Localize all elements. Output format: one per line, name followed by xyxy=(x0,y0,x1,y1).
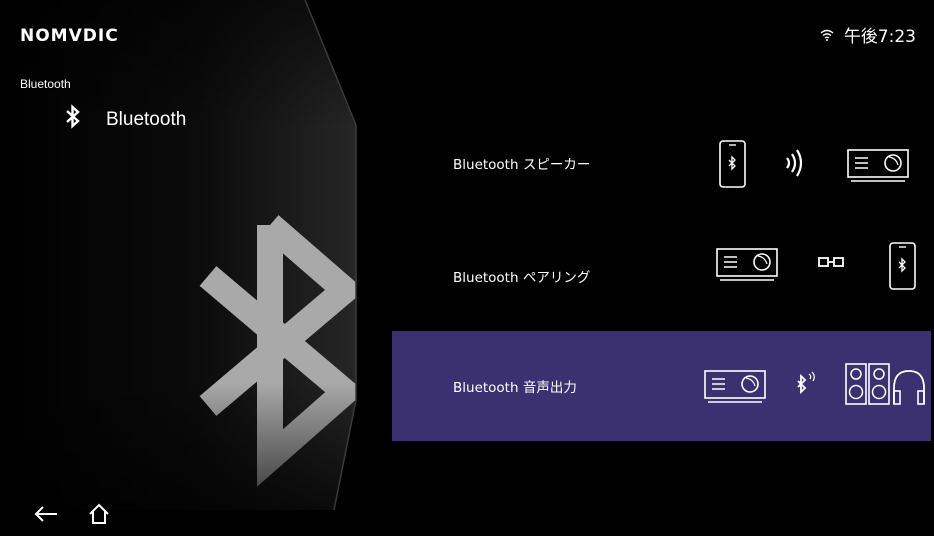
phone-to-projector-diagram xyxy=(719,140,909,188)
section-header: Bluetooth xyxy=(64,104,186,135)
projector-link-phone-diagram xyxy=(716,242,916,290)
wireless-waves-icon xyxy=(786,149,803,177)
menu-item-label: Bluetooth スピーカー xyxy=(453,157,591,173)
home-icon[interactable] xyxy=(87,503,111,530)
bluetooth-signal-icon xyxy=(797,371,815,395)
back-arrow-icon[interactable] xyxy=(33,504,59,529)
menu-item-label: Bluetooth ペアリング xyxy=(453,270,591,286)
bottom-nav xyxy=(33,496,111,536)
menu-item-bluetooth-speaker[interactable]: Bluetooth スピーカー xyxy=(392,108,931,218)
menu-item-bluetooth-pairing[interactable]: Bluetooth ペアリング xyxy=(392,221,931,331)
bluetooth-settings-screen: Bluetooth Bluetooth NOMVDIC 午後7:23 Bluet… xyxy=(0,0,934,536)
status-bar: 午後7:23 xyxy=(820,22,916,47)
breadcrumb: Bluetooth xyxy=(20,77,71,91)
headphones-icon xyxy=(893,370,925,405)
projector-to-speakers-diagram xyxy=(704,363,925,405)
section-title: Bluetooth xyxy=(106,108,187,130)
speaker-icon xyxy=(868,363,890,405)
clock: 午後7:23 xyxy=(843,27,916,47)
phone-icon xyxy=(889,242,916,290)
menu-item-bluetooth-audio-output[interactable]: Bluetooth 音声出力 xyxy=(392,331,931,441)
menu-item-label: Bluetooth 音声出力 xyxy=(453,380,577,396)
projector-icon xyxy=(847,149,909,182)
wifi-icon xyxy=(820,29,834,41)
link-icon xyxy=(818,257,844,267)
left-panel: Bluetooth Bluetooth xyxy=(0,0,360,536)
bluetooth-icon xyxy=(64,104,82,135)
projector-icon xyxy=(716,248,778,281)
speaker-icon xyxy=(845,363,867,405)
brand-logo: NOMVDIC xyxy=(20,26,119,46)
projector-icon xyxy=(704,370,766,403)
phone-icon xyxy=(719,140,746,188)
